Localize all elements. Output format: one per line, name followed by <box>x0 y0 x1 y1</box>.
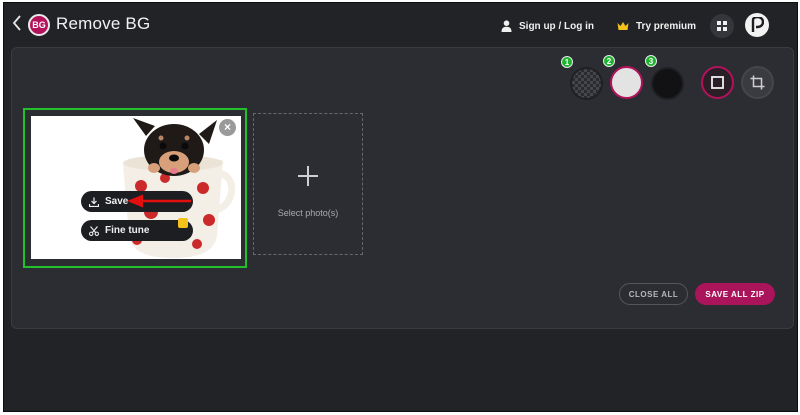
white-background-option[interactable] <box>610 66 643 99</box>
option-badge-3: 3 <box>645 55 657 67</box>
page-title: Remove BG <box>56 14 151 33</box>
account-button[interactable] <box>745 13 769 37</box>
crown-icon <box>617 22 629 30</box>
signup-label: Sign up / Log in <box>519 20 594 32</box>
option-badge-1: 1 <box>561 56 573 68</box>
back-button[interactable] <box>12 15 26 35</box>
logo-text: BG <box>32 20 46 30</box>
fine-tune-button[interactable]: Fine tune <box>81 220 193 241</box>
photo-card: × Save Fine tune <box>23 108 247 268</box>
original-size-button[interactable] <box>701 66 734 99</box>
remove-photo-button[interactable]: × <box>219 119 236 136</box>
app-window: BG Remove BG Sign up / Log in Try premiu… <box>3 2 798 412</box>
scissors-icon <box>89 225 99 236</box>
chevron-left-icon <box>12 15 21 31</box>
red-arrow-annotation <box>127 194 191 208</box>
plus-icon <box>298 166 318 186</box>
transparent-background-option[interactable] <box>570 67 603 100</box>
black-background-option[interactable] <box>651 67 684 100</box>
option-badge-2: 2 <box>603 55 615 67</box>
fine-tune-label: Fine tune <box>105 225 150 236</box>
grid-icon <box>717 21 727 31</box>
crop-icon <box>750 75 765 90</box>
account-icon <box>751 17 764 32</box>
premium-label: Try premium <box>636 20 697 32</box>
header-bar: BG Remove BG Sign up / Log in Try premiu… <box>4 3 797 47</box>
signup-login-link[interactable]: Sign up / Log in <box>501 18 594 34</box>
app-logo: BG <box>28 14 50 36</box>
select-photos-label: Select photo(s) <box>277 208 339 218</box>
save-all-zip-button[interactable]: SAVE ALL ZIP <box>695 283 775 305</box>
crop-button[interactable] <box>741 66 774 99</box>
user-icon <box>501 20 512 32</box>
try-premium-link[interactable]: Try premium <box>617 18 696 34</box>
processed-photo: × Save Fine tune <box>31 116 241 259</box>
premium-crown-icon <box>178 218 188 228</box>
close-all-button[interactable]: CLOSE ALL <box>619 283 688 305</box>
workspace-panel: 1 2 3 × Save Fine tune Select photo(s) C… <box>11 47 794 329</box>
apps-grid-button[interactable] <box>710 14 734 38</box>
square-icon <box>711 76 724 89</box>
add-photo-dropzone[interactable]: Select photo(s) <box>253 113 363 255</box>
close-icon: × <box>223 120 231 134</box>
download-icon <box>89 197 99 207</box>
